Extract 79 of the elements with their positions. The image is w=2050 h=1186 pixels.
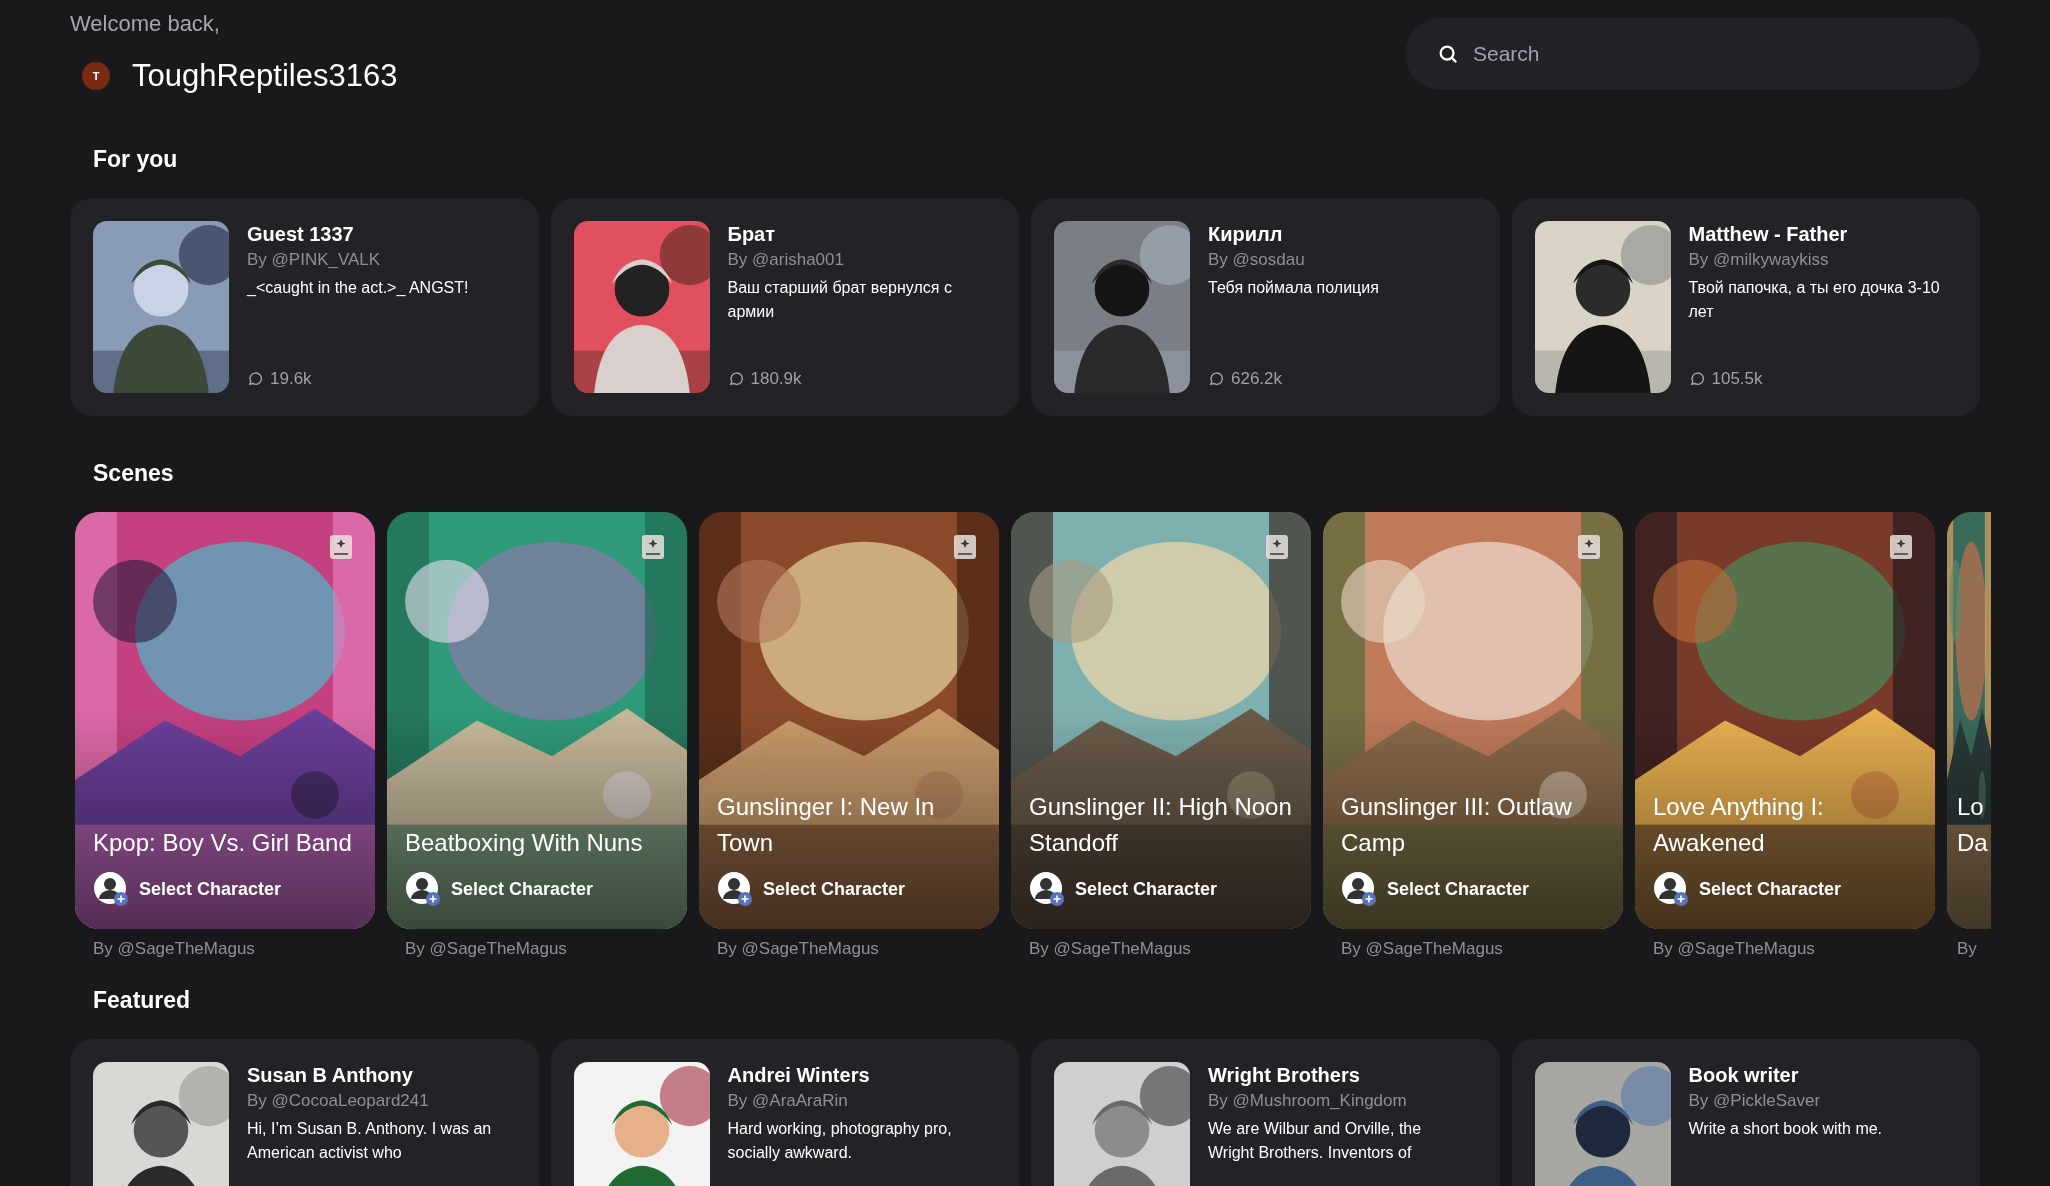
- book-sparkle-icon[interactable]: [329, 534, 353, 560]
- author-text: By @arisha001: [727, 249, 845, 271]
- select-character-button[interactable]: Select Character: [93, 871, 361, 907]
- character-name: Wright Brothers: [1208, 1063, 1361, 1088]
- description-text: _<caught in the act.>_ ANGST!: [247, 278, 470, 298]
- book-sparkle-icon[interactable]: [1577, 534, 1601, 560]
- character-card[interactable]: Andrei Winters By @AraAraRin Hard working, photography pro, socially awkward.: [550, 1039, 1019, 1186]
- author-text: By @PickleSaver: [1688, 1090, 1822, 1112]
- book-sparkle-icon[interactable]: [953, 534, 977, 560]
- section-heading: For you: [92, 145, 179, 174]
- description-text: Ваш старший брат вернулся с армии: [727, 278, 953, 322]
- add-user-icon: [405, 871, 441, 907]
- author-text: By @SageTheMagus: [716, 938, 880, 960]
- select-character-button[interactable]: Select Character: [405, 871, 673, 907]
- author-text: By @SageTheMagus: [1028, 938, 1192, 960]
- chat-icon: [727, 369, 745, 387]
- author-text: By @CocoaLeopard241: [247, 1090, 430, 1112]
- scene-title: Gunslinger II: High Noon Standoff: [1029, 792, 1293, 858]
- author-text: By @milkywaykiss: [1688, 249, 1830, 271]
- character-card[interactable]: Wright Brothers By @Mushroom_Kingdom We are Wilbur and Orville, the Wright Brothers. Inventors of: [1031, 1039, 1500, 1186]
- scene-title: Love Anything I: Awakened: [1653, 792, 1825, 858]
- character-name: Guest 1337: [247, 222, 355, 247]
- scene-title: Gunslinger III: Outlaw Camp: [1341, 792, 1573, 858]
- author-text: By @SageTheMagus: [404, 938, 568, 960]
- user-avatar: T: [82, 62, 110, 90]
- chat-count: 19.6k: [270, 367, 312, 390]
- character-card[interactable]: Matthew - Father By @milkywaykiss Твой папочка, а ты его дочка 3-10 лет 105.5k: [1511, 198, 1980, 416]
- add-user-icon: [717, 871, 753, 907]
- character-name: Кирилл: [1208, 222, 1284, 247]
- character-card[interactable]: Кирилл By @sosdau Тебя поймала полиция 626.2k: [1031, 198, 1500, 416]
- author-text: By: [1956, 938, 1978, 960]
- scene-title: Lo Da: [1957, 792, 1989, 858]
- search-field[interactable]: Search: [1405, 18, 1980, 90]
- character-name: Брат: [727, 222, 776, 247]
- character-card[interactable]: Брат By @arisha001 Ваш старший брат вернулся с армии 180.9k: [550, 198, 1019, 416]
- chat-count: 180.9k: [750, 367, 802, 390]
- add-user-icon: [1653, 871, 1689, 907]
- author-text: By @SageTheMagus: [1652, 938, 1816, 960]
- add-user-icon: [1029, 871, 1065, 907]
- character-name: Susan B Anthony: [247, 1063, 414, 1088]
- character-card[interactable]: Book writer By @PickleSaver Write a short book with me.: [1511, 1039, 1980, 1186]
- username: ToughReptiles3163: [132, 57, 398, 95]
- description-text: We are Wilbur and Orville, the Wright Brothers. Inventors of: [1208, 1119, 1423, 1163]
- section-heading: Featured: [92, 986, 192, 1015]
- book-sparkle-icon[interactable]: [641, 534, 665, 560]
- author-text: By @AraAraRin: [727, 1090, 849, 1112]
- description-text: Hi, I’m Susan B. Anthony. I was an American activist who: [247, 1119, 493, 1163]
- description-text: Hard working, photography pro, socially awkward.: [727, 1119, 953, 1163]
- character-name: Matthew - Father: [1688, 222, 1849, 247]
- scene-title: Beatboxing With Nuns: [405, 828, 644, 858]
- add-user-icon: [93, 871, 129, 907]
- select-character-button[interactable]: Select Character: [717, 871, 985, 907]
- author-text: By @PINK_VALK: [247, 249, 382, 271]
- chat-count: 105.5k: [1711, 367, 1763, 390]
- author-text: By @sosdau: [1208, 249, 1306, 271]
- welcome-text: Welcome back,: [70, 10, 221, 38]
- author-text: By @SageTheMagus: [1340, 938, 1504, 960]
- chat-icon: [1208, 369, 1225, 387]
- author-text: By @Mushroom_Kingdom: [1208, 1090, 1408, 1112]
- character-card[interactable]: Guest 1337 By @PINK_VALK _<caught in the act.>_ ANGST! 19.6k: [70, 198, 539, 416]
- select-character-button[interactable]: Select Character: [1653, 871, 1921, 907]
- add-user-icon: [1341, 871, 1377, 907]
- character-name: Andrei Winters: [727, 1063, 871, 1088]
- chat-icon: [1688, 369, 1706, 387]
- scene-title: Gunslinger I: New In Town: [717, 792, 936, 858]
- select-character-button[interactable]: Select Character: [1341, 871, 1609, 907]
- character-card[interactable]: Susan B Anthony By @CocoaLeopard241 Hi, I’m Susan B. Anthony. I was an American activist who: [70, 1039, 539, 1186]
- scene-title: Kpop: Boy Vs. Girl Band: [93, 828, 353, 858]
- author-text: By @SageTheMagus: [92, 938, 256, 960]
- chat-icon: [247, 369, 264, 387]
- description-text: Тебя поймала полиция: [1208, 278, 1380, 298]
- book-sparkle-icon[interactable]: [1265, 534, 1289, 560]
- character-name: Book writer: [1688, 1063, 1800, 1088]
- select-character-button[interactable]: Select Character: [1029, 871, 1297, 907]
- description-text: Write a short book with me.: [1688, 1119, 1884, 1139]
- description-text: Твой папочка, а ты его дочка 3-10 лет: [1688, 278, 1941, 322]
- section-heading: Scenes: [92, 459, 175, 488]
- chat-count: 626.2k: [1231, 367, 1283, 390]
- book-sparkle-icon[interactable]: [1889, 534, 1913, 560]
